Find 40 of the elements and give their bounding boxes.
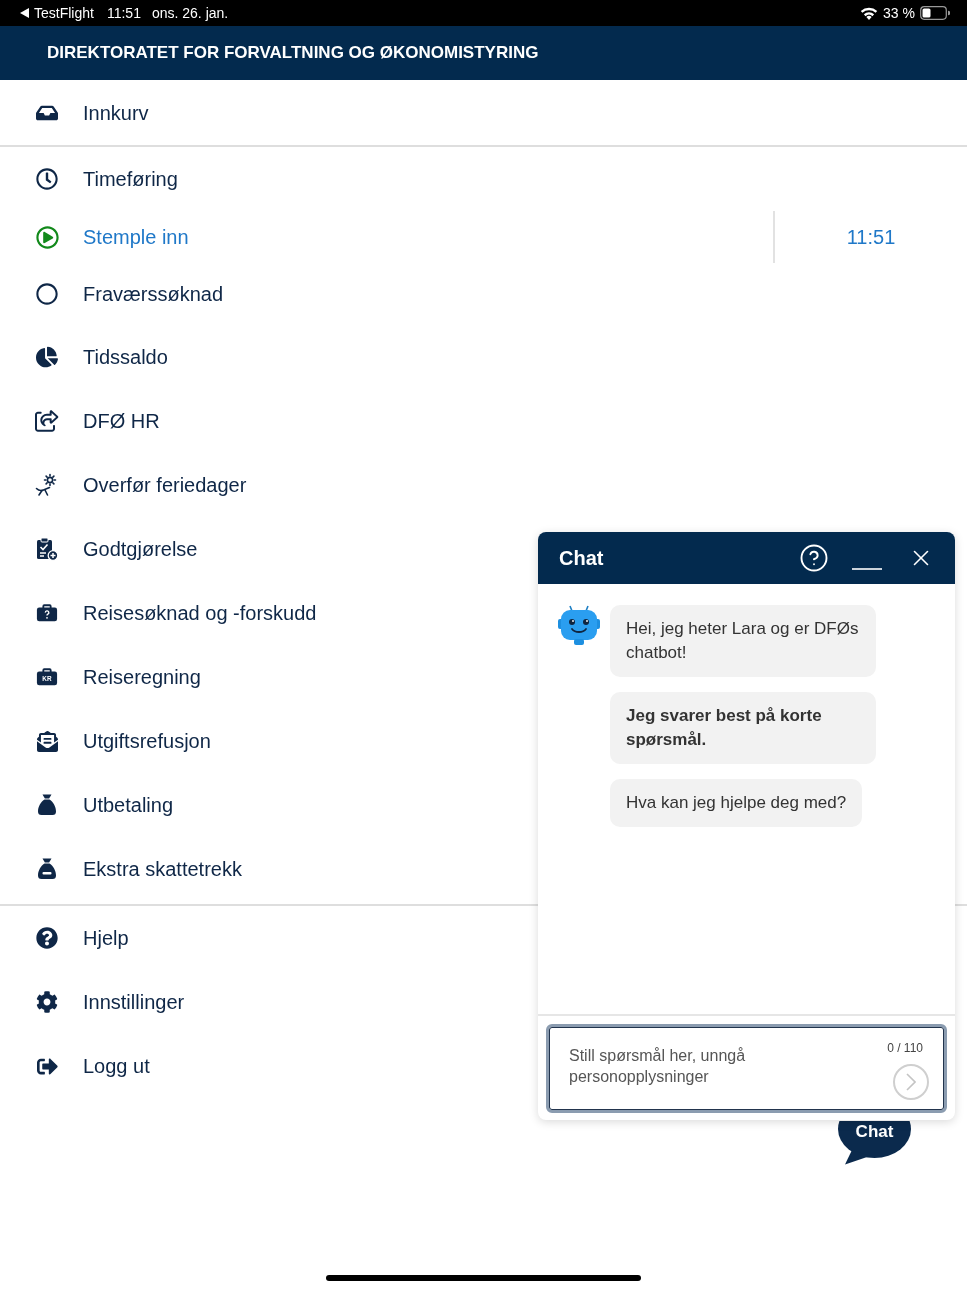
- clock-icon: [36, 168, 58, 190]
- battery-icon: [920, 6, 950, 20]
- status-date: ons. 26. jan.: [151, 3, 229, 23]
- chat-message: Jeg svarer best på korte spørsmål.: [610, 692, 876, 764]
- sack-icon: [37, 793, 57, 817]
- chat-message: Hei, jeg heter Lara og er DFØs chatbot!: [610, 605, 876, 677]
- sack-icon: [37, 857, 57, 881]
- header-title: DIREKTORATET FOR FORVALTNING OG ØKONOMISTYRING: [47, 42, 539, 65]
- menu-item[interactable]: DFØ HR: [0, 389, 967, 453]
- chevron-right-icon: [906, 1073, 916, 1091]
- play-icon: [35, 225, 59, 249]
- battery-percent: 33 %: [883, 3, 915, 23]
- help-icon: [799, 543, 829, 573]
- menu-item[interactable]: Hjelp: [0, 906, 967, 970]
- clipboard-check-icon: [35, 537, 59, 561]
- help-icon: [36, 927, 58, 949]
- robot-avatar-icon: [557, 605, 601, 647]
- menu-item[interactable]: Timeføring: [0, 147, 967, 211]
- pie-chart-icon: [36, 346, 58, 368]
- menu-item[interactable]: Overfør feriedager: [0, 453, 967, 517]
- sun-chair-icon: [35, 473, 59, 497]
- minimize-icon: [852, 567, 882, 571]
- menu-item[interactable]: Stemple inn: [0, 211, 773, 263]
- menu-item[interactable]: Tidssaldo: [0, 325, 967, 389]
- clock-in-time: 11:51: [846, 225, 896, 250]
- chat-message: Hva kan jeg hjelpe deg med?: [610, 779, 863, 827]
- status-time: 11:51: [106, 3, 141, 23]
- menu-item[interactable]: Innkurv: [0, 80, 967, 145]
- briefcase-icon: [36, 603, 58, 623]
- envelope-icon: [36, 730, 58, 752]
- chat-title: Chat: [559, 546, 605, 571]
- wifi-icon: [860, 6, 879, 20]
- help-button[interactable]: [799, 543, 829, 573]
- menu-item[interactable]: Fraværssøknad: [0, 263, 967, 325]
- menu-item[interactable]: Ekstra skattetrekk: [0, 837, 967, 901]
- character-counter: 0 / 110: [887, 1040, 923, 1057]
- back-label[interactable]: TestFlight: [34, 2, 94, 24]
- share-icon: [35, 409, 59, 433]
- back-arrow-icon[interactable]: [20, 8, 29, 18]
- settings-icon: [36, 991, 58, 1013]
